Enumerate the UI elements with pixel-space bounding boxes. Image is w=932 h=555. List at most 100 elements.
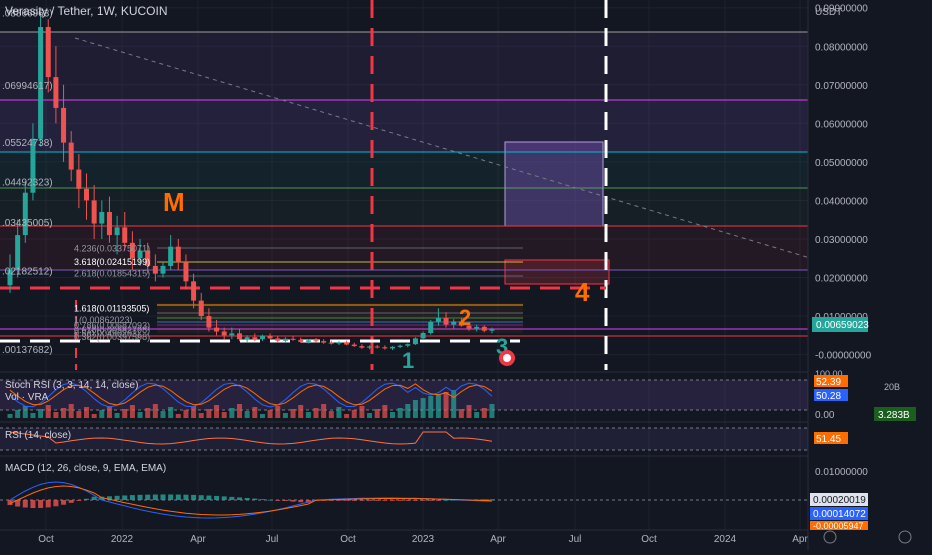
candle-body	[298, 339, 304, 342]
candle-body	[443, 317, 449, 325]
candle-body	[328, 342, 334, 344]
macd-hist-bar	[259, 499, 265, 500]
stoch-rsi-label[interactable]: Stoch RSI (3, 3, 14, 14, close)	[5, 380, 138, 391]
macd-label[interactable]: MACD (12, 26, close, 9, EMA, EMA)	[5, 463, 166, 474]
chart-container[interactable]: .08866963) .06994617) .05524738) .04492323)…	[0, 0, 932, 550]
macd-hist-bar	[129, 495, 135, 500]
volume-bar	[38, 409, 44, 418]
candle-body	[267, 336, 273, 339]
volume-bar	[30, 413, 36, 418]
candle-body	[489, 329, 495, 331]
volume-bar	[267, 410, 273, 418]
rsi-value: 51.45	[816, 434, 841, 445]
volume-bar	[451, 390, 457, 418]
volume-bar	[305, 412, 311, 418]
volume-bar	[474, 412, 480, 418]
candle-body	[344, 342, 350, 345]
macd-hist-bar	[367, 500, 373, 501]
macd-hist-bar	[68, 500, 74, 503]
macd-hist-bar	[420, 500, 426, 501]
candle-body	[45, 26, 51, 78]
candle-body	[451, 321, 457, 325]
macd-hist-bar	[412, 500, 418, 501]
candle-body	[374, 346, 380, 348]
macd-hist-bar	[489, 499, 495, 501]
volume-bar	[359, 406, 365, 418]
level-label: .00137682)	[2, 345, 53, 356]
volume-bar	[435, 394, 441, 418]
level-label: .04492323)	[2, 178, 53, 189]
macd-hist-bar	[229, 496, 235, 500]
candle-body	[420, 333, 426, 339]
candle-body	[252, 337, 258, 340]
fib-zone-top	[0, 32, 808, 100]
event-flag-inner-icon	[503, 354, 511, 362]
price-tick-label: 0.05000000	[815, 158, 868, 169]
volume-bar	[198, 413, 204, 418]
volume-bar	[168, 407, 174, 418]
time-tick-label: Oct	[38, 534, 54, 545]
candle-body	[336, 342, 342, 344]
candle-body	[351, 344, 357, 347]
volume-scale: 20B	[884, 382, 900, 392]
candle-body	[214, 327, 220, 332]
rsi-label[interactable]: RSI (14, close)	[5, 430, 71, 441]
candle-body	[481, 326, 487, 331]
volume-bar	[191, 406, 197, 418]
annotation-m: M	[163, 187, 185, 217]
macd-hist-bar	[351, 500, 357, 501]
target-box	[504, 141, 604, 227]
volume-bar	[282, 413, 288, 418]
macd-hist-bar	[252, 498, 258, 500]
volume-bar	[206, 409, 212, 418]
symbol-title[interactable]: Verasity / Tether, 1W, KUCOIN	[5, 4, 168, 18]
candle-body	[15, 235, 21, 270]
macd-hist-bar	[38, 500, 44, 508]
price-tick-label: 0.07000000	[815, 81, 868, 92]
annotation-1: 1	[402, 348, 414, 373]
time-tick-label: 2023	[412, 534, 435, 545]
fib-label: 2.618(0.01854315)	[74, 269, 150, 279]
level-label: .03435005)	[2, 218, 53, 229]
candle-body	[244, 337, 250, 340]
time-tick-label: 2024	[714, 534, 737, 545]
candle-body	[412, 338, 418, 345]
macd-hist-bar	[282, 500, 288, 502]
macd-hist-bar	[53, 500, 59, 507]
volume-bar	[344, 414, 350, 418]
chart-svg[interactable]: .08866963).06994617).05524738).04492323)…	[0, 0, 932, 550]
fib-label: 0.382(0.00397598)	[74, 332, 150, 342]
volume-bar	[129, 405, 135, 418]
macd-hist-bar	[214, 495, 220, 500]
volume-bar	[152, 404, 158, 418]
candle-body	[198, 300, 204, 317]
macd-hist-bar	[405, 500, 411, 501]
volume-bar	[160, 411, 166, 418]
macd-v3-value: -0.00005947	[813, 521, 864, 531]
volume-zero: 0.00	[815, 410, 835, 421]
macd-hist-bar	[160, 494, 166, 500]
macd-hist-bar	[76, 500, 82, 501]
macd-v1-value: 0.00020019	[813, 495, 866, 506]
macd-hist-bar	[168, 494, 174, 500]
candle-body	[221, 331, 227, 336]
volume-bar	[237, 404, 242, 418]
macd-hist-bar	[221, 496, 227, 500]
candle-body	[76, 169, 82, 189]
volume-bar	[137, 412, 143, 418]
macd-hist-bar	[84, 498, 89, 500]
volume-bar	[298, 405, 304, 418]
annotation-2: 2	[459, 305, 471, 330]
volume-bar	[221, 412, 227, 418]
macd-hist-bar	[290, 500, 296, 502]
volume-label[interactable]: Vol · VRA	[5, 392, 49, 403]
candle-body	[206, 316, 212, 328]
volume-bar	[68, 404, 74, 418]
volume-bar	[390, 412, 395, 418]
volume-bar	[367, 413, 373, 418]
time-tick-label: Jul	[569, 534, 582, 545]
volume-bar	[336, 407, 342, 418]
volume-bar	[229, 408, 235, 418]
volume-bar	[91, 414, 97, 418]
price-tick-label: -0.00000000	[815, 351, 872, 362]
